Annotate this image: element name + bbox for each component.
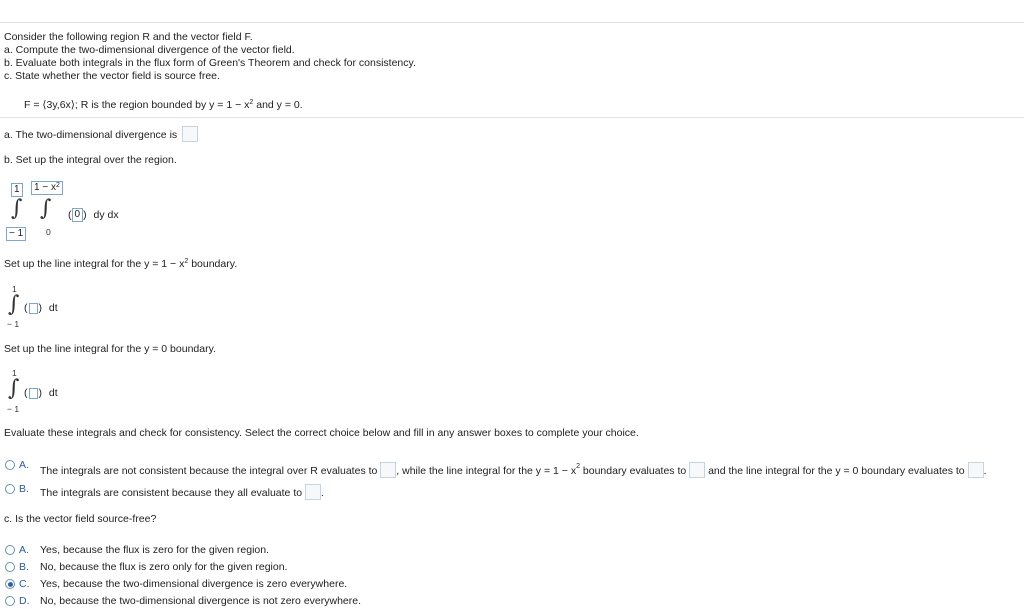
- intro-line-2: a. Compute the two-dimensional divergenc…: [4, 44, 295, 56]
- choice-c-b-radio[interactable]: [5, 562, 15, 572]
- choice-c-a-radio[interactable]: [5, 545, 15, 555]
- outer-integral-sign: ∫: [11, 196, 23, 221]
- inner-lower-limit: 0: [46, 227, 51, 237]
- intro-line-1: Consider the following region R and the …: [4, 31, 253, 43]
- part-c-label: c. Is the vector field source-free?: [4, 513, 157, 525]
- line-integral-2-box[interactable]: [28, 387, 38, 399]
- problem-statement: F = ⟨3y,6x⟩; R is the region bounded by …: [24, 99, 303, 111]
- choice-b-a-text: The integrals are not consistent because…: [40, 462, 987, 478]
- inner-upper-limit[interactable]: 1 − x2: [31, 181, 63, 195]
- integrand: (0) dy dx: [68, 208, 119, 222]
- line-integral-2-prompt: Set up the line integral for the y = 0 b…: [4, 343, 216, 355]
- outer-lower-limit[interactable]: − 1: [6, 227, 27, 241]
- part-b-label: b. Set up the integral over the region.: [4, 154, 177, 166]
- choice-b-b-text: The integrals are consistent because the…: [40, 484, 324, 501]
- line-integral-2-lower: − 1: [7, 404, 20, 414]
- part-a-label: a. The two-dimensional divergence is: [4, 126, 199, 143]
- choice-c-a-letter: A.: [19, 544, 29, 556]
- choice-b-b-letter: B.: [19, 483, 29, 495]
- line-integral-1-sign: ∫: [8, 292, 20, 317]
- choice-c-c-radio[interactable]: [5, 579, 15, 589]
- line-integral-2-answer-box[interactable]: [967, 462, 984, 478]
- choice-b-a-radio[interactable]: [5, 460, 15, 470]
- divergence-answer-box[interactable]: [182, 126, 199, 142]
- inner-integral-sign: ∫: [40, 196, 52, 221]
- line-integral-2-integrand: () dt: [24, 387, 58, 399]
- line-integral-1-box[interactable]: [28, 302, 38, 314]
- integrand-box[interactable]: 0: [71, 208, 84, 222]
- choice-c-b-letter: B.: [19, 561, 29, 573]
- top-divider: [0, 22, 1024, 23]
- line-integral-1-answer-box[interactable]: [689, 462, 706, 478]
- line-integral-1-prompt: Set up the line integral for the y = 1 −…: [4, 258, 238, 270]
- problem-divider: [0, 117, 1024, 118]
- differentials: dy dx: [93, 208, 119, 221]
- intro-line-3: b. Evaluate both integrals in the flux f…: [4, 57, 416, 69]
- choice-c-a-text: Yes, because the flux is zero for the gi…: [40, 544, 270, 556]
- integral-r-answer-box[interactable]: [380, 462, 397, 478]
- line-integral-2-sign: ∫: [8, 376, 20, 401]
- choice-c-c-text: Yes, because the two-dimensional diverge…: [40, 578, 348, 590]
- evaluate-prompt: Evaluate these integrals and check for c…: [4, 427, 639, 439]
- choice-c-c-letter: C.: [19, 578, 30, 590]
- line-integral-1-lower: − 1: [7, 319, 20, 329]
- choice-c-d-radio[interactable]: [5, 596, 15, 606]
- choice-c-d-text: No, because the two-dimensional divergen…: [40, 595, 362, 607]
- intro-line-4: c. State whether the vector field is sou…: [4, 70, 220, 82]
- consistent-answer-box[interactable]: [305, 484, 321, 500]
- choice-c-d-letter: D.: [19, 595, 30, 607]
- line-integral-1-integrand: () dt: [24, 302, 58, 314]
- choice-b-a-letter: A.: [19, 459, 29, 471]
- choice-b-b-radio[interactable]: [5, 484, 15, 494]
- choice-c-b-text: No, because the flux is zero only for th…: [40, 561, 288, 573]
- outer-upper-limit[interactable]: 1: [11, 183, 23, 197]
